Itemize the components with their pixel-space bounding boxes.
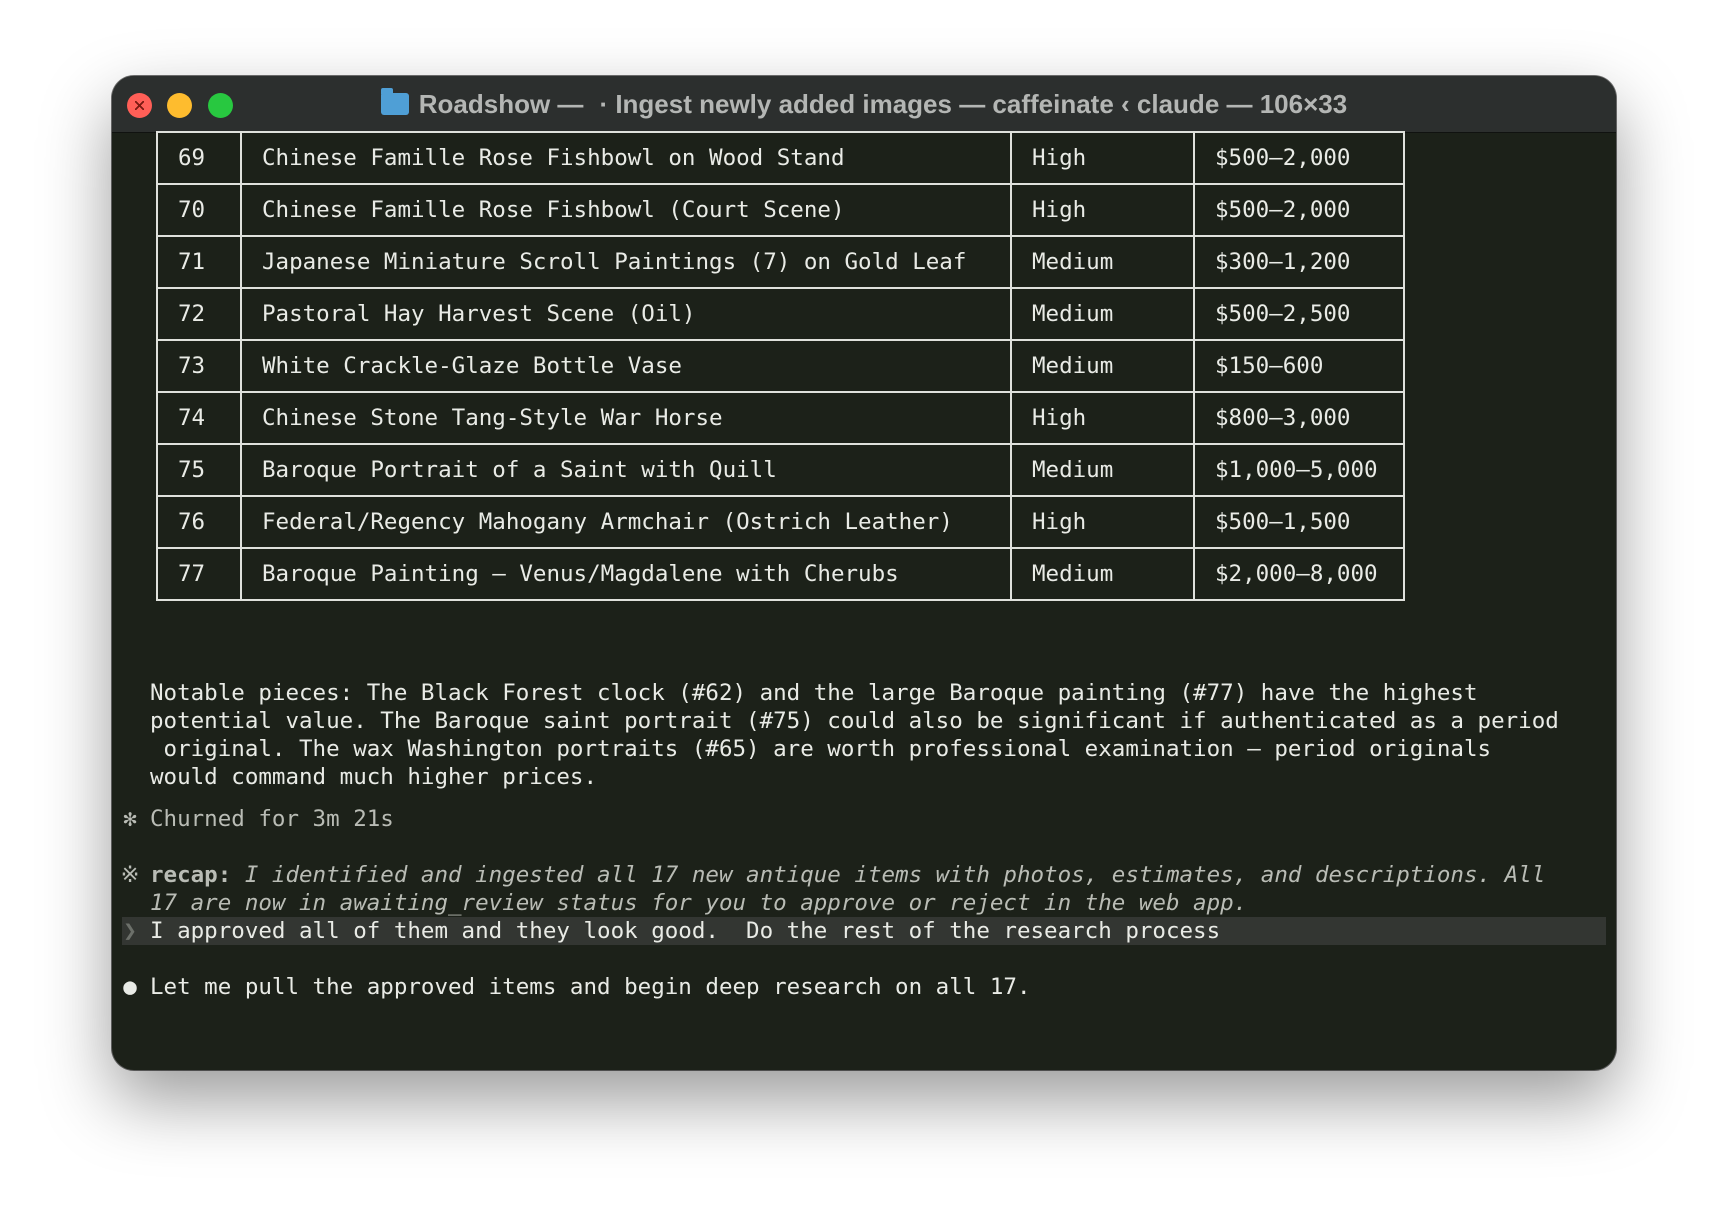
cell-confidence: High [1010, 183, 1195, 237]
window-title: Roadshow — · Ingest newly added images —… [112, 76, 1616, 132]
cell-number: 71 [156, 235, 242, 289]
table-row: 77 Baroque Painting — Venus/Magdalene wit… [156, 547, 1405, 601]
table-row: 72 Pastoral Hay Harvest Scene (Oil) Medium… [156, 287, 1405, 341]
cell-value: $150–600 [1193, 339, 1405, 393]
table-row: 74 Chinese Stone Tang-Style War Horse High… [156, 391, 1405, 445]
cell-value: $500–2,000 [1193, 183, 1405, 237]
title-app: Roadshow — [418, 88, 584, 119]
cell-number: 72 [156, 287, 242, 341]
cell-value: $500–2,000 [1193, 131, 1405, 185]
cell-item: Chinese Famille Rose Fishbowl (Court Sce… [240, 183, 1012, 237]
cell-item: Baroque Portrait of a Saint with Quill [240, 443, 1012, 497]
cell-value: $500–2,500 [1193, 287, 1405, 341]
recap-text-1: I identified and ingested all 17 new ant… [231, 862, 1546, 888]
cell-number: 76 [156, 495, 242, 549]
cell-number: 77 [156, 547, 242, 601]
recap-icon: ※ [120, 862, 140, 888]
cell-number: 69 [156, 131, 242, 185]
recap-line-1: recap: I identified and ingested all 17 … [150, 861, 1545, 889]
cell-confidence: High [1010, 391, 1195, 445]
cell-value: $1,000–5,000 [1193, 443, 1405, 497]
table-row: 70 Chinese Famille Rose Fishbowl (Court S… [156, 183, 1405, 237]
cell-value: $500–1,500 [1193, 495, 1405, 549]
table-row: 71 Japanese Miniature Scroll Paintings (7… [156, 235, 1405, 289]
prompt-chevron-icon: ❯ [123, 918, 137, 944]
cell-number: 73 [156, 339, 242, 393]
recap-line-2: 17 are now in awaiting_review status for… [150, 890, 1248, 916]
cell-value: $2,000–8,000 [1193, 547, 1405, 601]
cell-confidence: Medium [1010, 339, 1195, 393]
notes-line-2: potential value. The Baroque saint portr… [150, 708, 1559, 734]
cell-confidence: Medium [1010, 443, 1195, 497]
cell-value: $800–3,000 [1193, 391, 1405, 445]
notes-line-4: would command much higher prices. [150, 764, 598, 790]
cell-item: Chinese Famille Rose Fishbowl on Wood St… [240, 131, 1012, 185]
notes-line-3: original. The wax Washington portraits (… [150, 736, 1492, 762]
churn-status: Churned for 3m 21s [150, 806, 394, 832]
cell-item: Baroque Painting — Venus/Magdalene with … [240, 547, 1012, 601]
table-row: 75 Baroque Portrait of a Saint with Quill… [156, 443, 1405, 497]
cell-item: Federal/Regency Mahogany Armchair (Ostri… [240, 495, 1012, 549]
cell-confidence: Medium [1010, 235, 1195, 289]
assistant-response: Let me pull the approved items and begin… [150, 974, 1031, 1000]
terminal-content[interactable]: 69 Chinese Famille Rose Fishbowl on Wood … [112, 131, 1616, 1070]
cell-confidence: Medium [1010, 547, 1195, 601]
table-row: 73 White Crackle-Glaze Bottle Vase Medium $… [156, 339, 1405, 393]
cell-number: 75 [156, 443, 242, 497]
cell-item: Chinese Stone Tang-Style War Horse [240, 391, 1012, 445]
table-row: 76 Federal/Regency Mahogany Armchair (Ost… [156, 495, 1405, 549]
cell-confidence: High [1010, 495, 1195, 549]
items-table: 69 Chinese Famille Rose Fishbowl on Wood … [156, 131, 1405, 601]
bullet-icon: ● [123, 974, 137, 1000]
title-rest: · Ingest newly added images — caffeinate… [599, 88, 1348, 119]
cell-item: White Crackle-Glaze Bottle Vase [240, 339, 1012, 393]
table-row: 69 Chinese Famille Rose Fishbowl on Wood … [156, 131, 1405, 185]
cell-item: Pastoral Hay Harvest Scene (Oil) [240, 287, 1012, 341]
cell-value: $300–1,200 [1193, 235, 1405, 289]
folder-icon [380, 88, 409, 115]
cell-confidence: High [1010, 131, 1195, 185]
cell-number: 74 [156, 391, 242, 445]
title-bar[interactable]: Roadshow — · Ingest newly added images —… [112, 76, 1616, 133]
terminal-window: Roadshow — · Ingest newly added images —… [112, 76, 1616, 1070]
recap-label: recap: [150, 862, 232, 888]
notes-line-1: Notable pieces: The Black Forest clock (… [150, 680, 1478, 706]
cell-item: Japanese Miniature Scroll Paintings (7) … [240, 235, 1012, 289]
churn-icon: ✻ [123, 806, 137, 832]
cell-confidence: Medium [1010, 287, 1195, 341]
cell-number: 70 [156, 183, 242, 237]
user-prompt[interactable]: I approved all of them and they look goo… [150, 917, 1220, 945]
